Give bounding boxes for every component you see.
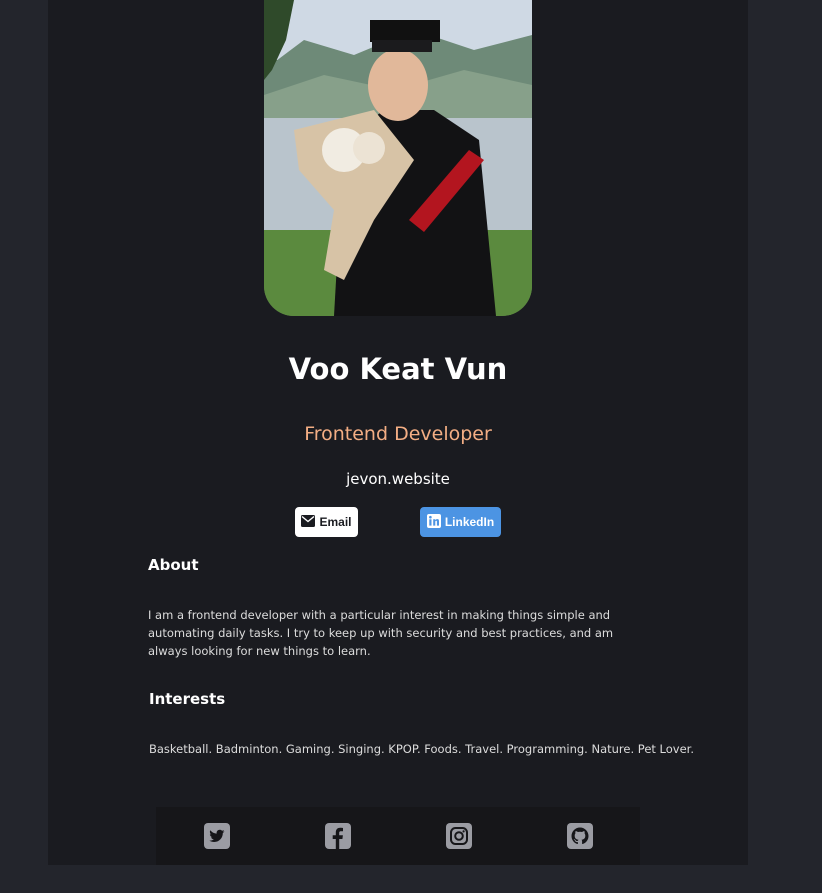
profile-photo [264, 0, 532, 316]
email-button[interactable]: Email [295, 507, 358, 537]
linkedin-button-label: LinkedIn [444, 515, 495, 529]
profile-role: Frontend Developer [304, 423, 492, 445]
interests-text: Basketball. Badminton. Gaming. Singing. … [149, 742, 695, 756]
about-text: I am a frontend developer with a particu… [148, 608, 614, 658]
about-heading: About [148, 556, 199, 574]
envelope-icon [301, 514, 316, 530]
github-icon[interactable] [567, 823, 593, 849]
social-footer [156, 807, 640, 865]
email-button-label: Email [319, 515, 352, 529]
linkedin-button[interactable]: LinkedIn [420, 507, 501, 537]
linkedin-icon [426, 513, 441, 531]
facebook-icon[interactable] [325, 823, 351, 849]
interests-heading: Interests [149, 690, 226, 708]
profile-website: jevon.website [346, 470, 450, 488]
instagram-icon[interactable] [446, 823, 472, 849]
profile-card: Voo Keat Vun Frontend Developer jevon.we… [48, 0, 748, 865]
twitter-icon[interactable] [204, 823, 230, 849]
profile-name: Voo Keat Vun [288, 352, 508, 386]
